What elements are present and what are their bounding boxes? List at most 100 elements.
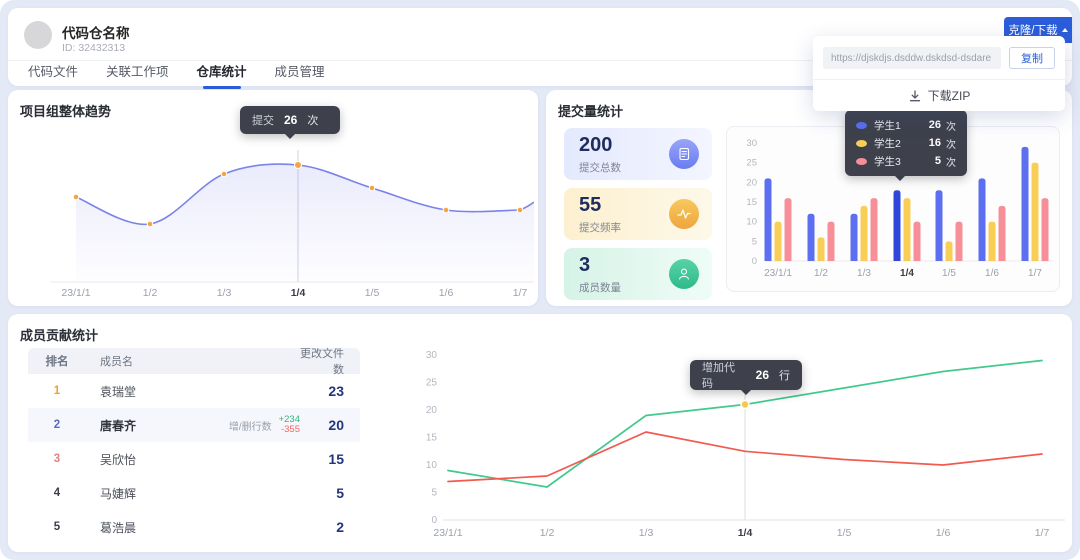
x-axis-label: 1/7 xyxy=(513,287,528,298)
x-axis-label: 1/5 xyxy=(942,268,956,279)
tooltip-row: 学生1 26 次 xyxy=(845,116,967,134)
stat-total-commits: 200 提交总数 xyxy=(564,128,712,180)
trend-tooltip: 提交 26 次 xyxy=(240,106,340,134)
contribution-tooltip: 增加代码 26 行 xyxy=(690,360,802,390)
x-axis-label: 1/4 xyxy=(900,268,914,279)
repo-name: 代码仓名称 xyxy=(62,26,130,41)
x-axis-label: 1/5 xyxy=(837,527,852,539)
tab-code-files[interactable]: 代码文件 xyxy=(28,61,78,86)
stat-label: 成员数量 xyxy=(579,282,621,294)
bar-chart-tooltip: 学生1 26 次 学生2 16 次 学生3 5 次 xyxy=(845,110,967,176)
clone-url-input[interactable] xyxy=(823,47,1001,69)
repo-avatar xyxy=(24,21,52,49)
stat-label: 提交总数 xyxy=(579,162,621,174)
bar xyxy=(860,205,868,261)
contribution-table: 排名 成员名 更改文件数 1 袁瑞堂 23 2 唐春齐 增/删行数 +234 -… xyxy=(28,348,360,544)
x-axis-label: 1/2 xyxy=(540,527,555,539)
x-axis-label: 23/1/1 xyxy=(61,287,90,298)
bar xyxy=(870,198,878,261)
download-icon xyxy=(909,89,920,101)
y-axis-label: 30 xyxy=(426,350,438,361)
repo-id: ID: 32432313 xyxy=(62,42,126,54)
stat-value: 3 xyxy=(579,254,591,276)
lines-changed: 增/删行数 +234 -355 xyxy=(228,414,300,435)
y-axis-label: 15 xyxy=(746,197,757,208)
bar xyxy=(1031,162,1039,261)
data-point xyxy=(146,220,154,228)
x-axis-label: 1/6 xyxy=(985,268,999,279)
y-axis-label: 10 xyxy=(746,217,757,228)
pulse-icon xyxy=(669,199,699,229)
x-axis-label: 1/4 xyxy=(291,287,306,298)
tooltip-row: 学生2 16 次 xyxy=(845,134,967,152)
tab-linked-work-items[interactable]: 关联工作项 xyxy=(106,61,169,86)
trend-line-chart[interactable]: 23/1/1 1/2 1/3 1/4 1/5 1/6 1/7 xyxy=(20,118,534,298)
stat-member-count: 3 成员数量 xyxy=(564,248,712,300)
tab-repo-statistics[interactable]: 仓库统计 xyxy=(197,61,247,86)
data-point xyxy=(368,184,376,192)
trend-tooltip-value: 26 xyxy=(284,113,298,127)
contribution-title: 成员贡献统计 xyxy=(20,328,99,343)
data-point xyxy=(220,170,228,178)
bar xyxy=(988,221,996,261)
stat-value: 200 xyxy=(579,134,613,156)
y-axis-label: 5 xyxy=(752,236,757,247)
x-axis-label: 1/3 xyxy=(857,268,871,279)
member-contribution-card: 成员贡献统计 排名 成员名 更改文件数 1 袁瑞堂 23 2 唐春齐 增/删行数 xyxy=(8,314,1072,552)
stat-commit-frequency: 55 提交频率 xyxy=(564,188,712,240)
download-zip-label: 下载ZIP xyxy=(927,89,971,103)
bar xyxy=(903,198,911,261)
tooltip-row: 学生3 5 次 xyxy=(845,152,967,170)
copy-button[interactable]: 复制 xyxy=(1009,47,1055,69)
y-axis-label: 0 xyxy=(431,515,437,526)
data-point xyxy=(72,193,80,201)
y-axis-label: 30 xyxy=(746,138,757,149)
table-row[interactable]: 1 袁瑞堂 23 xyxy=(28,374,360,408)
table-row[interactable]: 4 马婕辉 5 xyxy=(28,476,360,510)
data-point xyxy=(442,206,450,214)
series-marker-student1 xyxy=(856,121,867,129)
y-axis-label: 25 xyxy=(746,158,757,169)
x-axis-label: 1/3 xyxy=(639,527,654,539)
x-axis-label: 1/2 xyxy=(143,287,158,298)
bar xyxy=(774,221,782,261)
bar xyxy=(893,190,901,261)
x-axis-label: 1/7 xyxy=(1028,268,1042,279)
x-axis-label: 1/3 xyxy=(217,287,232,298)
y-axis-label: 5 xyxy=(431,488,437,499)
y-axis-label: 20 xyxy=(426,405,438,416)
stat-label: 提交频率 xyxy=(579,222,621,234)
trend-area xyxy=(76,164,534,282)
bar xyxy=(764,178,772,261)
contribution-tooltip-label: 增加代码 xyxy=(702,362,735,390)
bar xyxy=(1041,198,1049,261)
bar xyxy=(784,198,792,261)
bar xyxy=(827,221,835,261)
table-row[interactable]: 5 葛浩晨 2 xyxy=(28,510,360,544)
bar xyxy=(1021,146,1029,261)
members-icon xyxy=(669,259,699,289)
table-row[interactable]: 2 唐春齐 增/删行数 +234 -355 20 xyxy=(28,408,360,442)
highlighted-point xyxy=(740,399,750,410)
commit-stats-card: 提交量统计 200 提交总数 55 提交频率 3 成员数量 30 25 20 1… xyxy=(546,90,1072,306)
x-axis-label: 23/1/1 xyxy=(433,527,462,539)
clone-dropdown-panel: 复制 下载ZIP xyxy=(813,36,1065,111)
x-axis-label: 1/4 xyxy=(738,527,753,539)
table-row[interactable]: 3 吴欣怡 15 xyxy=(28,442,360,476)
download-zip-button[interactable]: 下载ZIP xyxy=(813,79,1065,111)
caret-up-icon xyxy=(1061,28,1068,32)
y-axis-label: 25 xyxy=(426,378,438,389)
y-axis-label: 0 xyxy=(752,256,757,267)
x-axis-label: 1/2 xyxy=(814,268,828,279)
bar xyxy=(955,221,963,261)
x-axis-label: 1/6 xyxy=(439,287,454,298)
y-axis-label: 20 xyxy=(746,177,757,188)
trend-tooltip-unit: 次 xyxy=(307,115,319,127)
bar xyxy=(807,213,815,261)
bar xyxy=(945,241,953,261)
x-axis-label: 1/6 xyxy=(936,527,951,539)
bar xyxy=(935,190,943,261)
bar xyxy=(850,213,858,261)
tab-member-management[interactable]: 成员管理 xyxy=(275,61,325,86)
stat-tiles: 200 提交总数 55 提交频率 3 成员数量 xyxy=(564,128,712,300)
